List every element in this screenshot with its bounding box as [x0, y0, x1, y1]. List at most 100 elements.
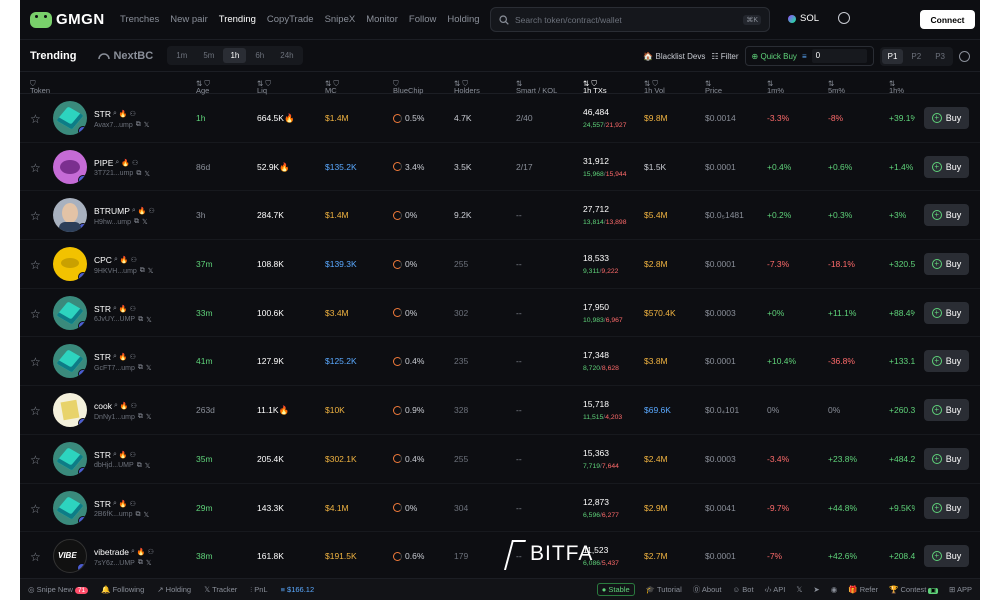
nav-copytrade[interactable]: CopyTrade	[267, 14, 314, 25]
page-p3[interactable]: P3	[929, 49, 951, 64]
search-small-icon[interactable]: ⌕	[113, 305, 117, 313]
blacklist-devs-button[interactable]: 🏠 Blacklist Devs	[643, 52, 705, 61]
buy-button[interactable]: + Buy	[924, 204, 969, 227]
copy-icon[interactable]: ⧉	[140, 267, 145, 275]
search-small-icon[interactable]: ⌕	[114, 256, 118, 264]
nav-follow[interactable]: Follow	[409, 14, 436, 25]
stable-status[interactable]: ● Stable	[596, 583, 635, 596]
token-name[interactable]: STR ⌕ 🔥 ⚇	[94, 304, 136, 314]
refer-link[interactable]: 🎁 Refer	[848, 585, 878, 594]
settings-circle-icon[interactable]	[959, 50, 970, 62]
table-row[interactable]: ☆ STR ⌕ 🔥 ⚇ Avax7...ump ⧉ 𝕏 1h 664.5K🔥 $…	[20, 94, 980, 143]
buy-button[interactable]: + Buy	[924, 399, 969, 422]
token-avatar[interactable]	[53, 539, 87, 574]
col-price[interactable]: Price ⇅	[705, 79, 722, 95]
col-smart[interactable]: Smart / KOL ⇅	[516, 79, 557, 95]
token-address[interactable]: 2B6fK...ump ⧉ 𝕏	[94, 511, 149, 519]
api-link[interactable]: ‹/› API	[765, 585, 786, 594]
x-icon[interactable]: 𝕏	[142, 218, 148, 226]
connect-button[interactable]: Connect	[920, 10, 975, 29]
search-small-icon[interactable]: ⌕	[113, 500, 117, 508]
table-row[interactable]: ☆ STR ⌕ 🔥 ⚇ 6JvUY...UMP ⧉ 𝕏 33m 100.6K $…	[20, 289, 980, 338]
token-avatar[interactable]	[53, 344, 87, 379]
col-1h[interactable]: 1h% ⇅	[889, 79, 904, 95]
col-txs[interactable]: 1h TXs ⇅ ⛉	[583, 79, 607, 95]
token-avatar[interactable]	[53, 441, 87, 476]
table-row[interactable]: ☆ CPC ⌕ 🔥 ⚇ 9HKVH...ump ⧉ 𝕏 37m 108.8K $…	[20, 240, 980, 289]
search-bar[interactable]: Search token/contract/wallet ⌘K	[490, 7, 770, 32]
token-avatar[interactable]	[53, 490, 87, 525]
snipe-new-button[interactable]: ◎ Snipe New 71	[28, 585, 89, 594]
timeframe-1h[interactable]: 1h	[223, 48, 247, 63]
token-address[interactable]: 7sY6z...UMP ⧉ 𝕏	[94, 559, 152, 567]
buy-button[interactable]: + Buy	[924, 253, 969, 276]
col-holders[interactable]: Holders ⇅ ⛉	[454, 79, 480, 95]
nav-new-pair[interactable]: New pair	[170, 14, 208, 25]
buy-button[interactable]: + Buy	[924, 155, 969, 178]
x-icon[interactable]: 𝕏	[144, 121, 150, 129]
token-address[interactable]: dbHjd...UMP ⧉ 𝕏	[94, 462, 150, 470]
token-avatar[interactable]	[53, 393, 87, 428]
chain-selector[interactable]: SOL	[788, 13, 819, 24]
x-icon[interactable]: 𝕏	[144, 170, 150, 178]
buy-button[interactable]: + Buy	[924, 301, 969, 324]
nav-snipex[interactable]: SnipeX	[325, 14, 356, 25]
search-small-icon[interactable]: ⌕	[113, 353, 117, 361]
tab-trending[interactable]: Trending	[30, 50, 76, 62]
token-address[interactable]: Avax7...ump ⧉ 𝕏	[94, 121, 149, 129]
tab-nextbc[interactable]: NextBC	[98, 50, 153, 62]
token-name[interactable]: BTRUMP ⌕ 🔥 ⚇	[94, 206, 155, 216]
token-name[interactable]: PIPE ⌕ 🔥 ⚇	[94, 158, 138, 168]
contest-link[interactable]: 🏆 Contest ▣	[889, 585, 939, 594]
token-name[interactable]: STR ⌕ 🔥 ⚇	[94, 499, 136, 509]
following-button[interactable]: 🔔 Following	[101, 585, 144, 594]
x-icon[interactable]: 𝕏	[148, 267, 154, 275]
favorite-star-icon[interactable]: ☆	[30, 404, 41, 418]
token-address[interactable]: H9hw...ump ⧉ 𝕏	[94, 218, 148, 226]
copy-icon[interactable]: ⧉	[136, 121, 141, 129]
tutorial-link[interactable]: 🎓 Tutorial	[646, 585, 682, 594]
token-name[interactable]: STR ⌕ 🔥 ⚇	[94, 352, 136, 362]
token-avatar[interactable]	[53, 198, 87, 233]
wallet-balance[interactable]: ≡ $166.12	[281, 585, 315, 594]
token-name[interactable]: CPC ⌕ 🔥 ⚇	[94, 255, 137, 265]
favorite-star-icon[interactable]: ☆	[30, 258, 41, 272]
search-small-icon[interactable]: ⌕	[132, 207, 136, 215]
token-address[interactable]: 3T721...ump ⧉ 𝕏	[94, 170, 150, 178]
token-address[interactable]: 6JvUY...UMP ⧉ 𝕏	[94, 316, 152, 324]
x-icon[interactable]: 𝕏	[145, 462, 151, 470]
x-icon[interactable]: 𝕏	[146, 413, 152, 421]
favorite-star-icon[interactable]: ☆	[30, 453, 41, 467]
telegram-icon[interactable]: ➤	[813, 585, 819, 594]
bot-link[interactable]: ☺ Bot	[733, 585, 754, 594]
token-avatar[interactable]	[53, 295, 87, 330]
copy-icon[interactable]: ⧉	[136, 170, 141, 178]
token-address[interactable]: DnNy1...ump ⧉ 𝕏	[94, 413, 152, 421]
col-5m[interactable]: 5m% ⇅	[828, 79, 845, 95]
token-name[interactable]: STR ⌕ 🔥 ⚇	[94, 450, 136, 460]
token-name[interactable]: cook ⌕ 🔥 ⚇	[94, 401, 137, 411]
token-name[interactable]: vibetrade ⌕ 🔥 ⚇	[94, 547, 154, 557]
token-address[interactable]: 9HKVH...ump ⧉ 𝕏	[94, 267, 153, 275]
favorite-star-icon[interactable]: ☆	[30, 355, 41, 369]
col-vol[interactable]: 1h Vol ⇅ ⛉	[644, 79, 665, 95]
copy-icon[interactable]: ⧉	[138, 413, 143, 421]
buy-button[interactable]: + Buy	[924, 545, 969, 568]
table-row[interactable]: ☆ STR ⌕ 🔥 ⚇ GcFT7...ump ⧉ 𝕏 41m 127.9K $…	[20, 337, 980, 387]
x-icon[interactable]: 𝕏	[146, 559, 152, 567]
col-bluechip[interactable]: BlueChip ⛉	[393, 79, 423, 95]
timeframe-6h[interactable]: 6h	[248, 48, 271, 63]
timeframe-1m[interactable]: 1m	[169, 48, 194, 63]
token-avatar[interactable]	[53, 101, 87, 135]
page-p1[interactable]: P1	[881, 48, 904, 64]
table-row[interactable]: ☆ STR ⌕ 🔥 ⚇ dbHjd...UMP ⧉ 𝕏 35m 205.4K $…	[20, 435, 980, 484]
quick-buy[interactable]: ⊕ Quick Buy ≡ 0	[744, 46, 874, 66]
col-1m[interactable]: 1m% ⇅	[767, 79, 784, 95]
search-small-icon[interactable]: ⌕	[114, 402, 118, 410]
x-social-icon[interactable]: 𝕏	[796, 585, 802, 594]
table-row[interactable]: ☆ PIPE ⌕ 🔥 ⚇ 3T721...ump ⧉ 𝕏 86d 52.9K🔥 …	[20, 143, 980, 192]
buy-button[interactable]: + Buy	[924, 447, 969, 470]
buy-button[interactable]: + Buy	[924, 107, 969, 129]
copy-icon[interactable]: ⧉	[134, 218, 139, 226]
buy-button[interactable]: + Buy	[924, 350, 969, 373]
